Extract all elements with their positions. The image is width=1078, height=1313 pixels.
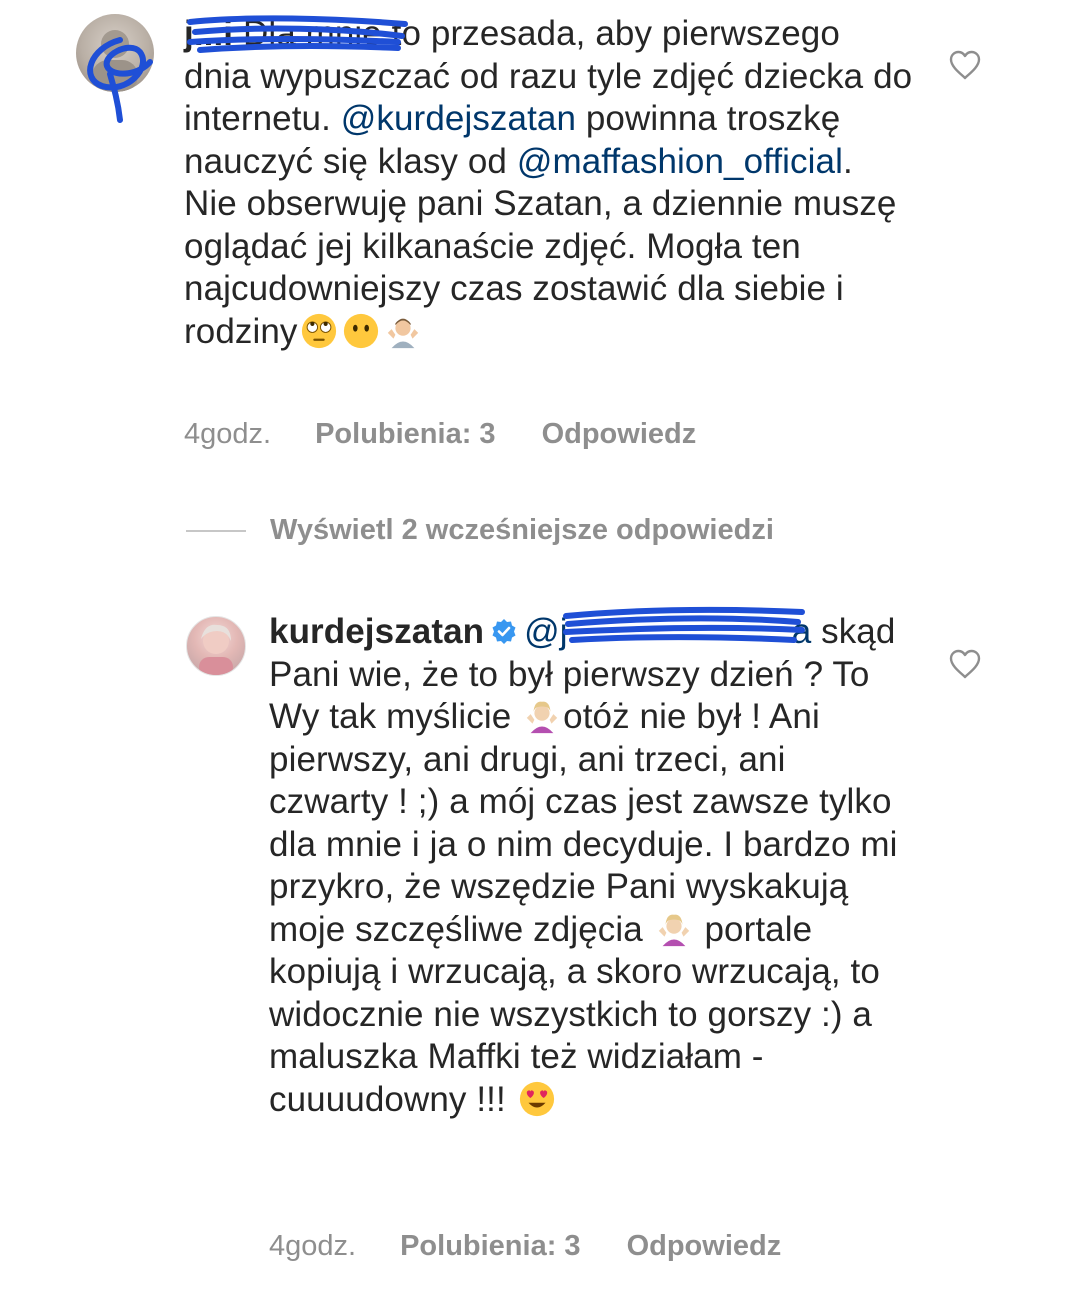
commenter-avatar[interactable] <box>186 616 246 676</box>
mention-link-tail[interactable]: a <box>792 612 812 651</box>
view-replies-label: Wyświetl 2 wcześniejsze odpowiedzi <box>270 514 774 546</box>
smiling-face-with-heart-eyes-emoji <box>519 1081 554 1116</box>
woman-shrugging-emoji <box>526 701 558 734</box>
woman-shrugging-emoji <box>658 914 689 946</box>
reply-text: kurdejszatan @j a skąd Pani wie, że to by… <box>269 611 909 1121</box>
mention-link[interactable]: @maffashion_official <box>517 142 843 181</box>
likes-count-link[interactable]: Polubienia: 3 <box>315 418 495 451</box>
heart-outline-icon[interactable] <box>948 648 982 680</box>
reply-meta: 4godz. Polubienia: 3 Odpowiedz <box>269 1230 781 1263</box>
likes-count-link[interactable]: Polubienia: 3 <box>400 1230 580 1263</box>
comment-text: j...i Dla mnie to przesada, aby pierwsze… <box>184 13 914 353</box>
comment-item: j...i Dla mnie to przesada, aby pierwsze… <box>0 0 1078 480</box>
face-without-mouth-emoji <box>343 313 378 348</box>
commenter-avatar[interactable] <box>76 14 154 92</box>
reply-button[interactable]: Odpowiedz <box>542 418 697 451</box>
man-shrugging-emoji <box>387 318 418 348</box>
comment-timestamp: 4godz. <box>269 1230 357 1262</box>
mention-link[interactable]: @j <box>524 612 568 651</box>
verified-badge-icon <box>492 619 516 644</box>
face-with-rolling-eyes-emoji <box>301 313 336 348</box>
comment-meta: 4godz. Polubienia: 3 Odpowiedz <box>184 418 696 451</box>
heart-outline-icon[interactable] <box>948 49 982 81</box>
divider-line <box>186 530 246 533</box>
reply-username[interactable]: kurdejszatan <box>269 612 484 651</box>
reply-button[interactable]: Odpowiedz <box>627 1230 782 1263</box>
mention-link[interactable]: @kurdejszatan <box>341 99 576 138</box>
comment-username[interactable]: j...i <box>184 14 233 53</box>
view-earlier-replies-button[interactable]: Wyświetl 2 wcześniejsze odpowiedzi <box>186 514 774 558</box>
comment-timestamp: 4godz. <box>184 418 272 450</box>
